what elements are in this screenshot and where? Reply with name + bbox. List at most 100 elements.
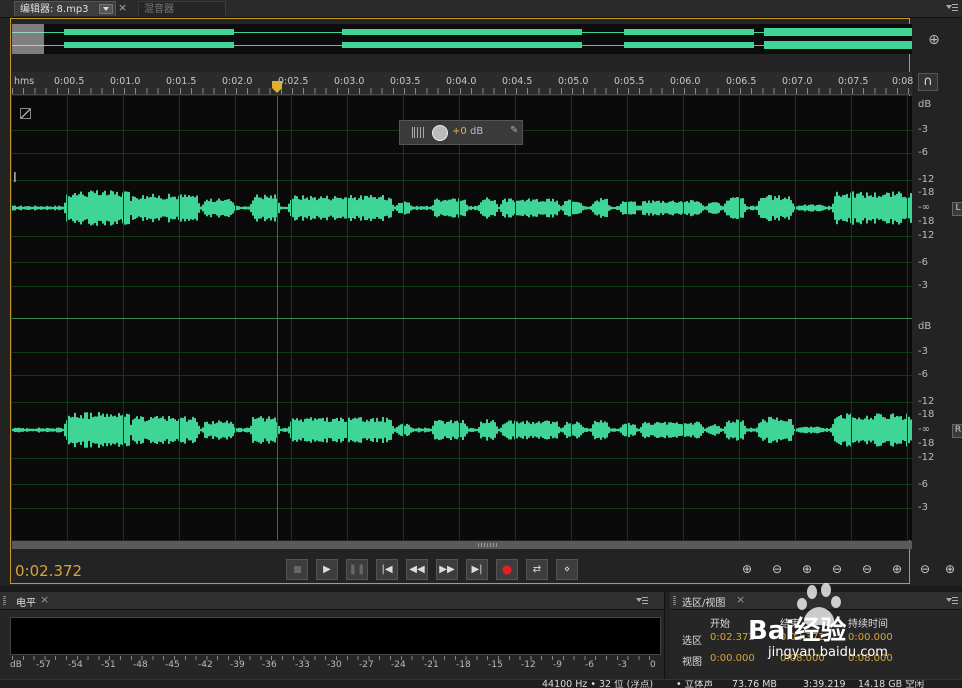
zoom-out-point-icon[interactable]: ⊖ — [915, 562, 935, 578]
db-label: -6 — [918, 257, 928, 268]
grip-icon[interactable] — [3, 596, 6, 605]
meter-scale-label: -48 — [133, 660, 148, 670]
zoom-selection-icon[interactable]: ⊕ — [940, 562, 960, 578]
channel-left-tag[interactable]: L — [952, 202, 962, 216]
levels-panel-title[interactable]: 电平 — [16, 594, 36, 609]
db-label: -3 — [918, 502, 928, 513]
levels-panel-close-button[interactable]: × — [40, 593, 49, 606]
play-icon: ▶ — [323, 564, 331, 575]
ruler-label: 0:02.0 — [222, 76, 253, 87]
play-button[interactable]: ▶ — [316, 559, 338, 580]
go-to-start-button[interactable]: |◀ — [376, 559, 398, 580]
ruler-label: 0:01.0 — [110, 76, 141, 87]
scrollbar-thumb[interactable] — [12, 541, 912, 549]
db-label: dB — [918, 99, 932, 110]
panel-menu-icon[interactable] — [946, 597, 958, 606]
pin-icon[interactable]: ✎ — [510, 125, 518, 136]
pause-icon: ❚❚ — [348, 564, 366, 575]
loop-button[interactable]: ⇄ — [526, 559, 548, 580]
skip-selection-button[interactable]: ⋄ — [556, 559, 578, 580]
overview-viewport-handle[interactable] — [12, 24, 44, 54]
ruler-label: 0:01.5 — [166, 76, 197, 87]
level-meter — [10, 617, 661, 655]
tab-mixer[interactable]: 混音器 — [138, 1, 226, 16]
playhead-marker-icon[interactable] — [271, 80, 283, 94]
toggle-icon[interactable] — [20, 108, 31, 119]
meter-scale-label: -27 — [359, 660, 374, 670]
meter-scale-label: -57 — [36, 660, 51, 670]
volume-hud[interactable]: +0 dB ✎ — [399, 120, 523, 145]
ruler-label: 0:06.0 — [670, 76, 701, 87]
db-label: dB — [918, 321, 932, 332]
db-label: -12 — [918, 452, 935, 463]
current-time-display[interactable]: 0:02.372 — [15, 562, 82, 580]
tab-mixer-label: 混音器 — [144, 4, 174, 15]
meter-scale-label: -12 — [521, 660, 536, 670]
horizontal-scrollbar[interactable] — [12, 541, 912, 549]
skip-back-icon: |◀ — [381, 564, 393, 575]
zoom-in-time-icon[interactable]: ⊕ — [797, 562, 817, 578]
db-label: -∞ — [918, 424, 930, 435]
rewind-button[interactable]: ◀◀ — [406, 559, 428, 580]
panel-menu-icon[interactable] — [946, 4, 958, 13]
db-label: -12 — [918, 174, 935, 185]
overview-waveform-graphic — [12, 28, 914, 49]
zoom-in-point-icon[interactable]: ⊕ — [887, 562, 907, 578]
meter-scale-label: -6 — [585, 660, 594, 670]
watermark-url: jingyan.baidu.com — [768, 645, 888, 660]
ruler-label: 0:04.5 — [502, 76, 533, 87]
db-label: -12 — [918, 396, 935, 407]
magnet-snap-icon[interactable]: ∩ — [918, 73, 938, 91]
selection-panel-title[interactable]: 选区/视图 — [682, 594, 725, 609]
ruler-label: 0:04.0 — [446, 76, 477, 87]
volume-value[interactable]: +0 — [452, 126, 467, 137]
meter-scale-label: -21 — [424, 660, 439, 670]
meter-scale-label: -54 — [68, 660, 83, 670]
volume-unit: dB — [470, 126, 484, 137]
panel-menu-icon[interactable] — [636, 597, 648, 606]
ruler-label: 0:07.0 — [782, 76, 813, 87]
meter-scale-label: -42 — [198, 660, 213, 670]
meter-scale-label: -18 — [456, 660, 471, 670]
stop-button[interactable] — [286, 559, 308, 580]
playhead-line[interactable] — [277, 96, 278, 540]
pause-button[interactable]: ❚❚ — [346, 559, 368, 580]
watermark-text: Bai经验 — [748, 616, 847, 646]
zoom-out-time-icon[interactable]: ⊖ — [827, 562, 847, 578]
zoom-out-amplitude-icon[interactable]: ⊖ — [767, 562, 787, 578]
grip-icon[interactable] — [673, 596, 676, 605]
zoom-out-full-icon[interactable]: ⊖ — [857, 562, 877, 578]
meter-scale-label: -39 — [230, 660, 245, 670]
ruler-ticks — [12, 88, 912, 94]
time-ruler[interactable]: hms 0:00.5 0:01.0 0:01.5 0:02.0 0:02.5 0… — [12, 72, 914, 95]
ruler-label: 0:05.5 — [614, 76, 645, 87]
fast-forward-button[interactable]: ▶▶ — [436, 559, 458, 580]
meter-scale-label: 0 — [650, 660, 656, 670]
overview-waveform[interactable] — [12, 24, 914, 54]
db-label: -6 — [918, 147, 928, 158]
stop-icon — [293, 566, 301, 573]
db-label: -3 — [918, 346, 928, 357]
zoom-navigator-icon[interactable]: ⊕ — [925, 32, 943, 48]
levels-panel-header: 电平 × — [0, 592, 664, 610]
meter-scale-label: dB — [10, 660, 22, 670]
ruler-label: 0:08 — [892, 76, 914, 87]
skip-forward-icon: ▶| — [471, 564, 483, 575]
meter-scale-label: -51 — [101, 660, 116, 670]
zoom-in-amplitude-icon[interactable]: ⊕ — [737, 562, 757, 578]
go-to-end-button[interactable]: ▶| — [466, 559, 488, 580]
meter-scale-label: -24 — [391, 660, 406, 670]
loop-icon: ⇄ — [532, 564, 542, 575]
level-bars-icon — [411, 127, 425, 138]
grip-icon — [478, 543, 498, 547]
record-button[interactable]: ● — [496, 559, 518, 580]
volume-knob[interactable] — [432, 125, 448, 141]
tab-editor-label: 编辑器: 8.mp3 — [20, 4, 89, 15]
row-view-label: 视图 — [682, 657, 702, 668]
channel-divider — [12, 318, 912, 319]
tab-close-button[interactable]: × — [118, 1, 127, 14]
channel-right-tag[interactable]: R — [952, 424, 962, 438]
ruler-label: 0:03.0 — [334, 76, 365, 87]
chevron-down-icon[interactable] — [99, 4, 113, 14]
tab-editor[interactable]: 编辑器: 8.mp3 — [14, 1, 116, 16]
